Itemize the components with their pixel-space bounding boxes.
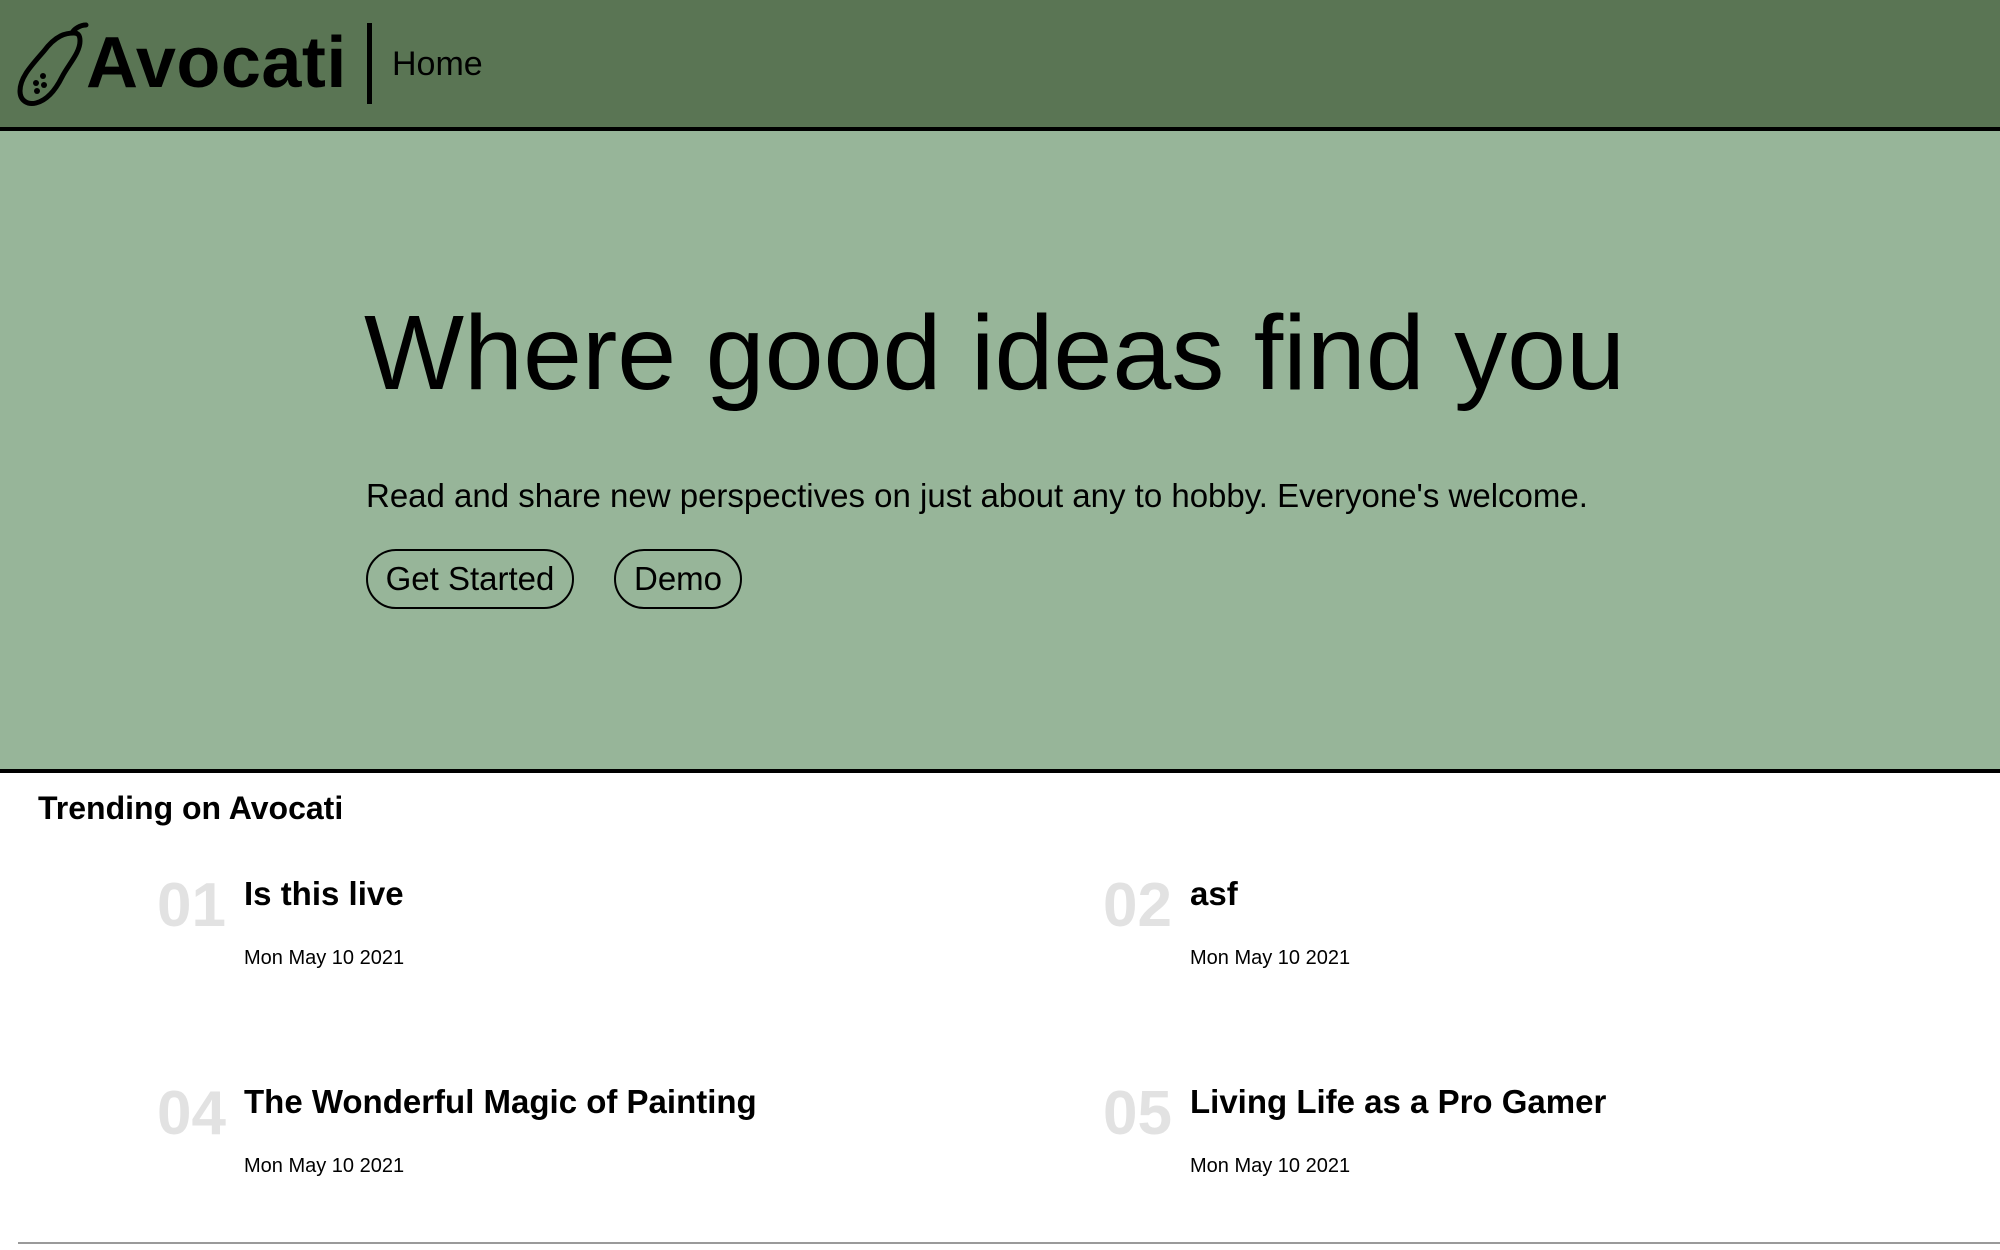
trending-post-date: Mon May 10 2021 [244,1155,405,1177]
trending-item: 01 Is this live Mon May 10 2021 [157,868,1007,1008]
trending-post-title[interactable]: asf [1190,874,1238,914]
trending-heading: Trending on Avocati [38,790,344,826]
trending-post-date: Mon May 10 2021 [1190,1155,1351,1177]
top-nav-bar: Avocati Home [0,0,2000,131]
brand-divider [367,23,372,104]
trending-post-title[interactable]: The Wonderful Magic of Painting [244,1082,757,1122]
hero-subtitle: Read and share new perspectives on just … [366,477,1588,514]
hero-title: Where good ideas find you [364,294,1626,412]
trending-rank-number: 04 [157,1079,226,1148]
get-started-button[interactable]: Get Started [366,549,574,609]
trending-rank-number: 02 [1103,871,1172,940]
trending-post-title[interactable]: Is this live [244,874,404,914]
trending-item: 05 Living Life as a Pro Gamer Mon May 10… [1103,1076,1953,1216]
trending-post-date: Mon May 10 2021 [1190,947,1351,969]
trending-rank-number: 05 [1103,1079,1172,1148]
trending-item: 04 The Wonderful Magic of Painting Mon M… [157,1076,1007,1216]
brand-name[interactable]: Avocati [86,20,347,106]
nav-home-link[interactable]: Home [392,44,483,84]
section-divider [18,1242,2000,1244]
hero-section: Where good ideas find you Read and share… [0,131,2000,773]
trending-rank-number: 01 [157,871,226,940]
trending-item: 02 asf Mon May 10 2021 [1103,868,1953,1008]
avocado-icon[interactable] [14,21,90,107]
demo-button[interactable]: Demo [614,549,742,609]
trending-post-date: Mon May 10 2021 [244,947,405,969]
trending-post-title[interactable]: Living Life as a Pro Gamer [1190,1082,1606,1122]
